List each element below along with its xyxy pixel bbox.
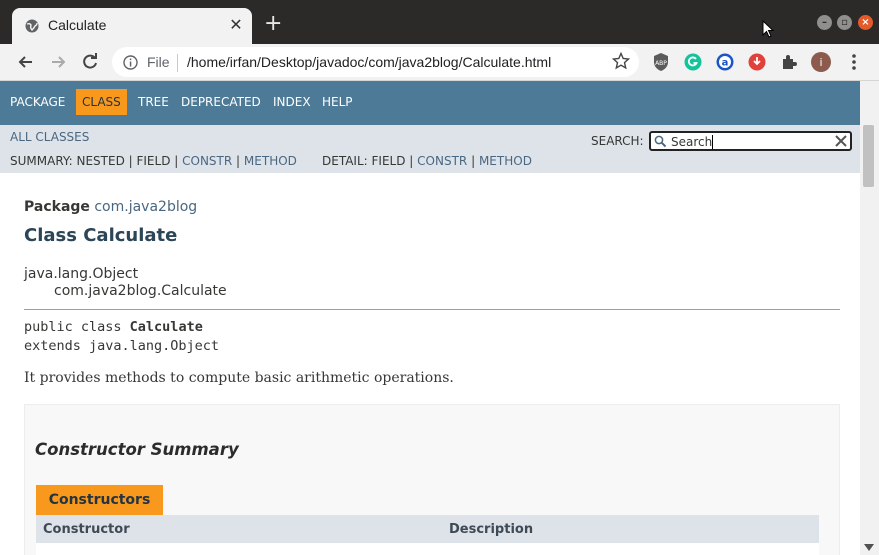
nav-class: CLASS bbox=[76, 89, 127, 115]
summary-method-link[interactable]: METHOD bbox=[244, 154, 297, 168]
menu-kebab-icon[interactable] bbox=[844, 52, 864, 72]
window-maximize-button[interactable]: ▫ bbox=[837, 15, 852, 30]
top-nav-bar: PACKAGE CLASS TREE DEPRECATED INDEX HELP bbox=[0, 81, 860, 125]
adblock-icon[interactable]: ABP bbox=[651, 52, 671, 72]
browser-tab[interactable]: Calculate ✕ bbox=[12, 8, 252, 44]
scroll-down-arrow-icon[interactable] bbox=[864, 544, 874, 552]
javadoc-page: PACKAGE CLASS TREE DEPRECATED INDEX HELP… bbox=[0, 81, 860, 555]
url-text[interactable]: /home/irfan/Desktop/javadoc/com/java2blo… bbox=[187, 54, 551, 70]
tab-strip: Calculate ✕ + – ▫ × bbox=[0, 0, 879, 44]
mouse-cursor-icon bbox=[762, 20, 774, 38]
class-extends: extends java.lang.Object bbox=[24, 338, 220, 354]
vertical-scrollbar[interactable] bbox=[860, 81, 879, 555]
bookmark-star-icon[interactable] bbox=[612, 52, 630, 70]
page-title: Class Calculate bbox=[24, 225, 178, 246]
search-icon bbox=[654, 135, 667, 148]
scheme-label: File bbox=[147, 54, 170, 70]
all-classes-link[interactable]: ALL CLASSES bbox=[10, 130, 89, 144]
tab-close-icon[interactable]: ✕ bbox=[228, 17, 244, 33]
detail-links: DETAIL: FIELD | CONSTR | METHOD bbox=[322, 154, 532, 168]
text-caret bbox=[712, 135, 713, 149]
summary-sep: | bbox=[236, 154, 241, 168]
clear-search-icon[interactable] bbox=[834, 134, 848, 148]
declaration-prefix: public class bbox=[24, 319, 130, 335]
table-row bbox=[36, 543, 819, 555]
sub-nav-bar: ALL CLASSES SUMMARY: NESTED | FIELD | CO… bbox=[0, 125, 860, 173]
profile-avatar[interactable]: i bbox=[811, 52, 831, 72]
window-close-button[interactable]: × bbox=[858, 15, 873, 30]
constructors-tab[interactable]: Constructors bbox=[36, 485, 163, 515]
extensions-puzzle-icon[interactable] bbox=[779, 52, 799, 72]
summary-links: SUMMARY: NESTED | FIELD | CONSTR | METHO… bbox=[10, 154, 297, 168]
a-extension-icon[interactable]: a bbox=[715, 52, 735, 72]
profile-initial: i bbox=[819, 56, 822, 69]
back-arrow-icon[interactable] bbox=[16, 52, 36, 72]
detail-sep: | bbox=[471, 154, 476, 168]
info-icon[interactable] bbox=[123, 55, 138, 70]
declaration-class-name: Calculate bbox=[129, 319, 203, 335]
nav-index[interactable]: INDEX bbox=[273, 89, 311, 115]
save-to-cloud-icon[interactable] bbox=[747, 52, 767, 72]
constructor-summary-title: Constructor Summary bbox=[35, 440, 239, 459]
detail-method-link[interactable]: METHOD bbox=[479, 154, 532, 168]
search-box[interactable] bbox=[649, 131, 852, 151]
address-bar[interactable]: File /home/irfan/Desktop/javadoc/com/jav… bbox=[112, 47, 639, 77]
scrollbar-thumb[interactable] bbox=[863, 125, 874, 187]
browser-toolbar: File /home/irfan/Desktop/javadoc/com/jav… bbox=[0, 44, 879, 81]
svg-text:a: a bbox=[722, 58, 729, 69]
address-separator bbox=[177, 54, 178, 72]
svg-text:ABP: ABP bbox=[655, 60, 667, 67]
nav-package[interactable]: PACKAGE bbox=[10, 89, 65, 115]
new-tab-button[interactable]: + bbox=[264, 13, 282, 35]
detail-prefix: DETAIL: FIELD | bbox=[322, 154, 414, 168]
search-input[interactable] bbox=[671, 134, 831, 149]
class-description: It provides methods to compute basic ari… bbox=[24, 370, 454, 386]
package-line: Package com.java2blog bbox=[24, 199, 197, 215]
package-link[interactable]: com.java2blog bbox=[94, 199, 197, 215]
nav-tree[interactable]: TREE bbox=[138, 89, 169, 115]
forward-arrow-icon[interactable] bbox=[48, 52, 68, 72]
divider bbox=[24, 309, 840, 310]
grammarly-icon[interactable] bbox=[683, 52, 703, 72]
package-label: Package bbox=[24, 199, 90, 215]
inheritance-root: java.lang.Object bbox=[24, 266, 139, 282]
class-declaration: public class Calculate bbox=[24, 319, 203, 335]
col-description: Description bbox=[449, 522, 534, 537]
nav-help[interactable]: HELP bbox=[322, 89, 353, 115]
reload-icon[interactable] bbox=[80, 52, 100, 72]
nav-deprecated[interactable]: DEPRECATED bbox=[181, 89, 261, 115]
tab-title: Calculate bbox=[48, 17, 107, 33]
search-label: SEARCH: bbox=[591, 134, 644, 148]
col-constructor: Constructor bbox=[43, 522, 130, 537]
detail-constr-link[interactable]: CONSTR bbox=[417, 154, 467, 168]
inheritance-class: com.java2blog.Calculate bbox=[54, 283, 227, 299]
summary-prefix: SUMMARY: NESTED | FIELD | bbox=[10, 154, 179, 168]
window-minimize-button[interactable]: – bbox=[817, 15, 832, 30]
table-header: Constructor Description bbox=[36, 515, 819, 543]
constructor-summary: Constructor Summary Constructors Constru… bbox=[24, 404, 840, 555]
globe-icon bbox=[25, 19, 39, 33]
summary-constr-link[interactable]: CONSTR bbox=[182, 154, 232, 168]
